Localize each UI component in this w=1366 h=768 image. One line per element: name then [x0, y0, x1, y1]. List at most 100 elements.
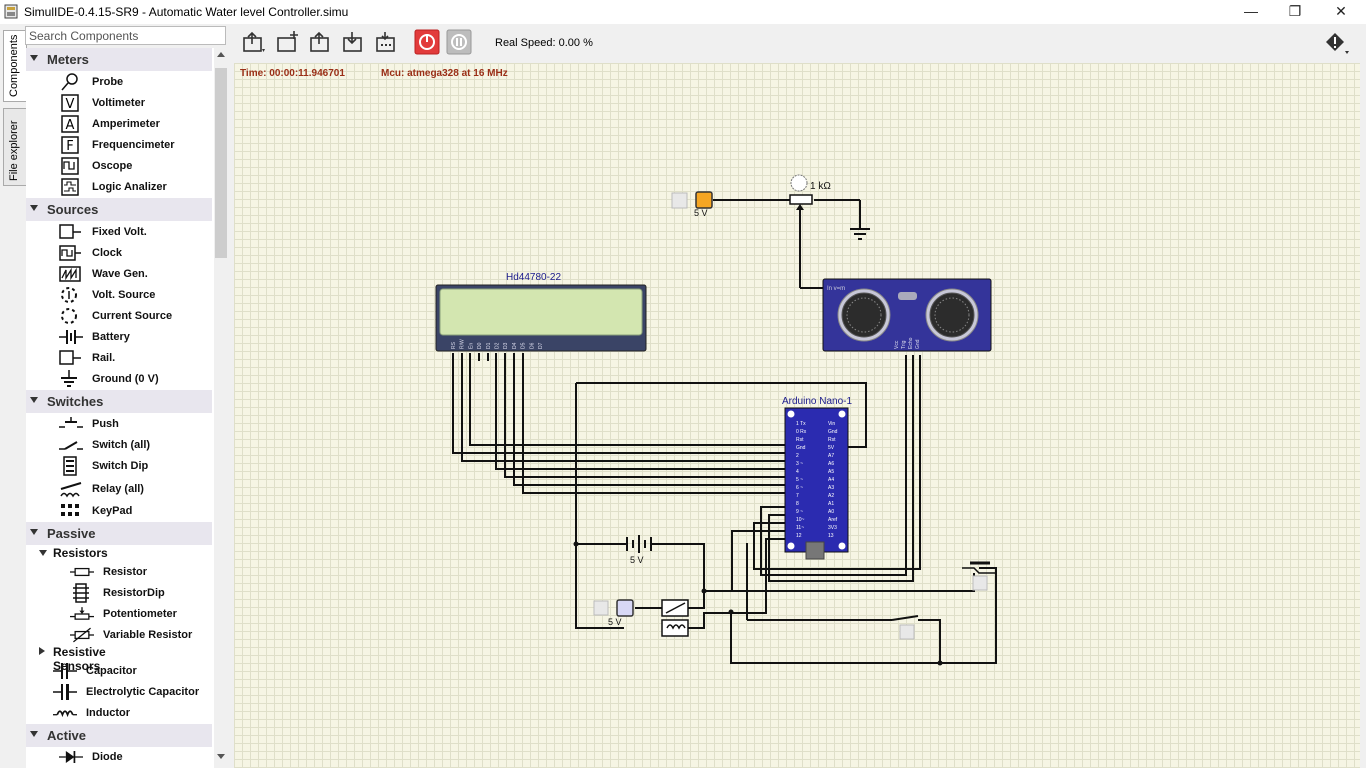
ground-icon [61, 370, 77, 387]
fixed-volt-source-2[interactable] [616, 599, 634, 617]
list-item-logic-analizer[interactable]: Logic Analizer [59, 177, 214, 198]
list-item-switch-dip[interactable]: Switch Dip [59, 456, 214, 477]
category-label: Meters [47, 52, 89, 67]
scroll-up-icon[interactable] [217, 52, 225, 57]
tab-file-explorer[interactable]: File explorer [3, 108, 27, 186]
close-button[interactable]: ✕ [1318, 0, 1364, 24]
list-item-clock[interactable]: Clock [59, 243, 214, 264]
save-as-button[interactable] [374, 29, 400, 55]
diode-icon [59, 751, 83, 763]
tab-components[interactable]: Components [3, 30, 27, 102]
open-file-button[interactable] [241, 29, 267, 55]
push-icon [59, 417, 83, 428]
battery-icon[interactable] [626, 535, 652, 553]
list-item-switch[interactable]: Switch (all) [59, 435, 214, 456]
category-label: Active [47, 728, 87, 743]
scrollbar-thumb[interactable] [215, 68, 227, 258]
switch[interactable] [891, 615, 919, 621]
battery-icon [59, 330, 83, 344]
maximize-button[interactable]: ❐ [1272, 0, 1318, 24]
voltimeter-icon: V [61, 94, 79, 112]
sensor-pin-label: Gnd [915, 339, 921, 349]
rail-icon [59, 350, 81, 365]
category-meters[interactable]: Meters [26, 48, 212, 71]
list-item-current-source[interactable]: Current Source [59, 306, 214, 327]
list-item-fixed-volt[interactable]: Fixed Volt. [59, 222, 214, 243]
chevron-right-icon [39, 647, 45, 655]
component-list-scrollbar[interactable] [214, 48, 228, 768]
list-item-keypad[interactable]: KeyPad [59, 501, 214, 522]
category-sources[interactable]: Sources [26, 198, 212, 221]
relay-coil[interactable] [661, 619, 689, 637]
source-toggle[interactable] [671, 192, 688, 209]
arduino-pin-label: 4 [796, 469, 799, 475]
sensor-label: In v=m [827, 286, 845, 292]
arduino-nano[interactable] [784, 407, 849, 553]
potentiometer-icon [70, 607, 94, 620]
list-item-probe[interactable]: Probe [59, 72, 214, 93]
pot-wiper-icon [796, 204, 804, 210]
new-circuit-button[interactable] [275, 29, 301, 55]
list-item-capacitor[interactable]: Capacitor [53, 661, 214, 682]
chevron-down-icon [30, 55, 38, 61]
save-circuit-button[interactable] [341, 29, 367, 55]
category-switches[interactable]: Switches [26, 390, 212, 413]
arduino-pin-label: 3V3 [828, 525, 837, 531]
list-item-potentiometer[interactable]: Potentiometer [70, 604, 214, 625]
category-label: Passive [47, 526, 96, 541]
tab-file-explorer-label: File explorer [8, 120, 20, 181]
arduino-pin-label: 10~ [796, 517, 805, 523]
lcd-label: Hd44780-22 [506, 272, 561, 283]
list-item-inductor[interactable]: Inductor [53, 703, 214, 724]
scroll-down-icon[interactable] [217, 754, 225, 759]
list-item-oscope[interactable]: Oscope [59, 156, 214, 177]
power-on-button[interactable] [414, 29, 440, 55]
list-item-volt-source[interactable]: Volt. Source [59, 285, 214, 306]
lcd-pin-label: RS [451, 341, 457, 349]
category-passive[interactable]: Passive [26, 522, 212, 545]
list-item-electrolytic-capacitor[interactable]: Electrolytic Capacitor [53, 682, 214, 703]
source2-toggle[interactable] [593, 600, 609, 616]
chevron-down-icon [30, 731, 38, 737]
list-item-resistor[interactable]: Resistor [70, 562, 214, 583]
fixed-volt-source[interactable] [695, 191, 713, 209]
arduino-pin-label: A4 [828, 477, 834, 483]
list-item-rail[interactable]: Rail. [59, 348, 214, 369]
pause-button[interactable] [446, 29, 472, 55]
lcd-pin-label: D5 [521, 342, 527, 349]
category-active[interactable]: Active [26, 724, 212, 747]
list-item-relay[interactable]: Relay (all) [59, 479, 214, 500]
arduino-pin-label: 12 [796, 533, 802, 539]
arduino-pin-label: Gnd [796, 445, 806, 451]
list-item-voltimeter[interactable]: V Voltimeter [59, 93, 214, 114]
push-button[interactable] [972, 575, 988, 591]
oscope-icon [61, 157, 79, 175]
lcd-pin-label: D7 [538, 342, 544, 349]
list-item-battery[interactable]: Battery [59, 327, 214, 348]
pot-knob-icon[interactable] [790, 174, 808, 192]
open-circuit-button[interactable] [308, 29, 334, 55]
list-item-variable-resistor[interactable]: Variable Resistor [70, 625, 214, 646]
svg-text:V: V [66, 97, 75, 112]
switch-toggle[interactable] [899, 624, 915, 640]
canvas-scrollbar[interactable] [1360, 63, 1366, 768]
list-item-amperimeter[interactable]: A Amperimeter [59, 114, 214, 135]
wave-gen-icon [59, 266, 81, 282]
volt-source-icon [61, 287, 77, 303]
sensor-pin-label: Vcc [894, 340, 900, 349]
circuit-canvas[interactable]: Time: 00:00:11.946701 Mcu: atmega328 at … [234, 63, 1360, 768]
lcd-pin-label: D2 [495, 342, 501, 349]
minimize-button[interactable]: — [1228, 0, 1274, 24]
list-item-push[interactable]: Push [59, 414, 214, 435]
list-item-diode[interactable]: Diode [59, 747, 214, 768]
list-item-frequencimeter[interactable]: F Frequencimeter [59, 135, 214, 156]
info-icon[interactable] [1324, 31, 1352, 55]
list-item-ground[interactable]: Ground (0 V) [59, 369, 214, 390]
arduino-pin-label: 6 ~ [796, 485, 803, 491]
switch-icon [59, 441, 83, 450]
potentiometer[interactable] [789, 194, 813, 205]
list-item-wave-gen[interactable]: Wave Gen. [59, 264, 214, 285]
wires [452, 199, 997, 664]
search-input[interactable] [25, 26, 226, 45]
list-item-resistor-dip[interactable]: ResistorDip [70, 583, 214, 604]
